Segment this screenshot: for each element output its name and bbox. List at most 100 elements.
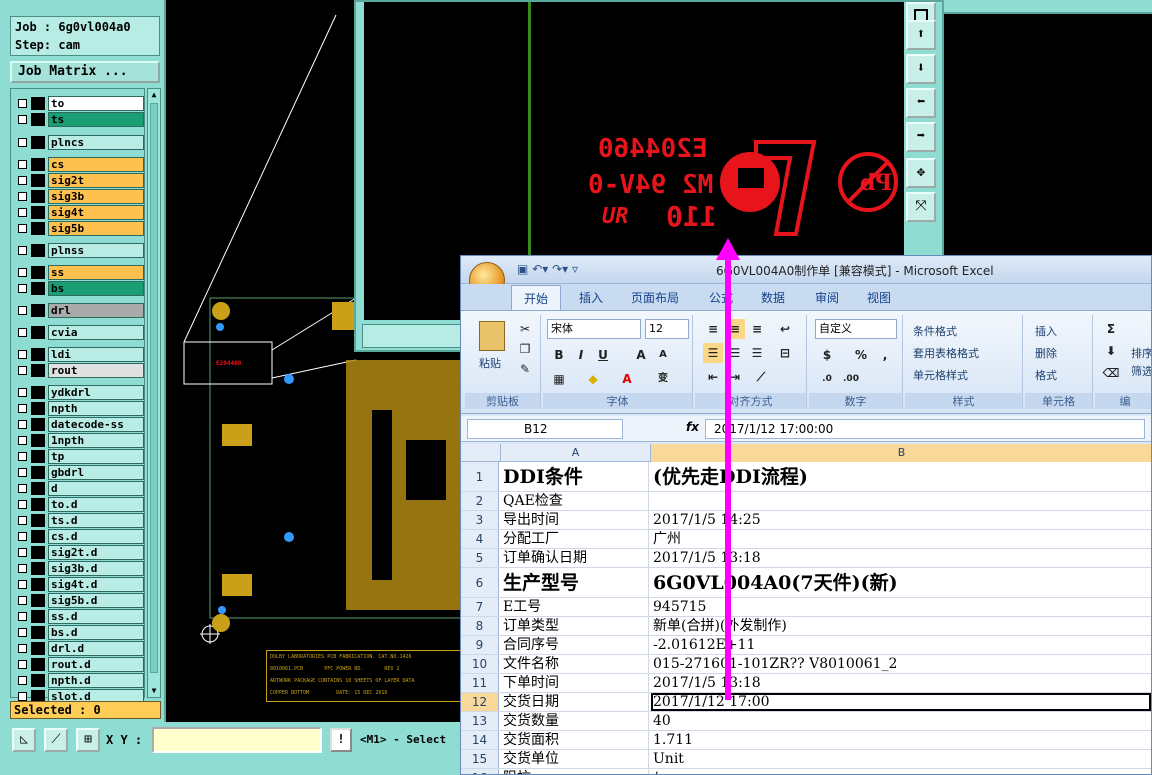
shrink-font-icon[interactable]: A [653, 345, 673, 365]
layer-row-sig5b.d[interactable]: sig5b.d [14, 593, 144, 608]
layer-checkbox[interactable] [18, 246, 27, 255]
measure-icon[interactable]: ◺ [12, 728, 36, 752]
layer-name[interactable]: cvia [48, 325, 144, 340]
cell-a[interactable]: 阻抗 [501, 769, 649, 774]
customize-icon[interactable]: ▿ [572, 262, 578, 276]
decrease-indent-icon[interactable]: ⇤ [703, 367, 723, 387]
number-format-select[interactable]: 自定义 [815, 319, 897, 339]
layer-row-to.d[interactable]: to.d [14, 497, 144, 512]
layer-name[interactable]: datecode-ss [48, 417, 144, 432]
name-box[interactable]: B12 [467, 419, 623, 439]
layer-name[interactable]: sig4t [48, 205, 144, 220]
bold-icon[interactable]: B [549, 345, 569, 365]
layer-checkbox[interactable] [18, 306, 27, 315]
fill-color-icon[interactable]: ◆ [583, 369, 603, 389]
pan-up-icon[interactable]: ⬆ [906, 20, 936, 50]
layer-checkbox[interactable] [18, 208, 27, 217]
layer-checkbox[interactable] [18, 612, 27, 621]
layer-name[interactable]: rout [48, 363, 144, 378]
cell-b[interactable]: 6G0VL004A0(7天件)(新) [651, 568, 1151, 597]
underline-icon[interactable]: U [593, 345, 613, 365]
layer-row-bs.d[interactable]: bs.d [14, 625, 144, 640]
layer-checkbox[interactable] [18, 596, 27, 605]
layer-name[interactable]: ss [48, 265, 144, 280]
layer-row-sig3b.d[interactable]: sig3b.d [14, 561, 144, 576]
layer-checkbox[interactable] [18, 676, 27, 685]
layer-row-drl[interactable]: drl [14, 303, 144, 318]
pan-down-icon[interactable]: ⬇ [906, 54, 936, 84]
cell-a[interactable]: QAE检查 [501, 492, 649, 510]
merge-icon[interactable]: ⊟ [775, 343, 795, 363]
layer-checkbox[interactable] [18, 468, 27, 477]
row-header[interactable]: 11 [461, 674, 499, 692]
sort-button[interactable]: 排序 [1131, 345, 1151, 361]
tab-home[interactable]: 开始 [511, 285, 562, 311]
layer-checkbox[interactable] [18, 366, 27, 375]
layer-name[interactable]: gbdrl [48, 465, 144, 480]
layer-checkbox[interactable] [18, 660, 27, 669]
layer-row-sig4t.d[interactable]: sig4t.d [14, 577, 144, 592]
layer-name[interactable]: sig4t.d [48, 577, 144, 592]
layer-row-ts[interactable]: ts [14, 112, 144, 127]
tab-formulas[interactable]: 公式 [709, 289, 733, 306]
row-header[interactable]: 12 [461, 693, 499, 711]
layer-name[interactable]: ts [48, 112, 144, 127]
layer-row-npth[interactable]: npth [14, 401, 144, 416]
layer-name[interactable]: ss.d [48, 609, 144, 624]
undo-icon[interactable]: ↶▾ [532, 262, 548, 276]
cell-styles-button[interactable]: 单元格样式 [913, 367, 968, 383]
layer-row-cs[interactable]: cs [14, 157, 144, 172]
cell-b[interactable]: 新单(合拼)(外发制作) [651, 617, 1151, 635]
italic-icon[interactable]: I [571, 345, 591, 365]
layer-row-ss[interactable]: ss [14, 265, 144, 280]
cell-b[interactable]: -2.01612E+11 [651, 636, 1151, 654]
zoom-out-icon[interactable]: ⤧ [906, 192, 936, 222]
column-header-a[interactable]: A [501, 444, 651, 462]
row-header[interactable]: 16 [461, 769, 499, 774]
layer-name[interactable]: sig3b [48, 189, 144, 204]
tab-page-layout[interactable]: 页面布局 [631, 289, 679, 306]
pan-left-icon[interactable]: ⬅ [906, 88, 936, 118]
row-header[interactable]: 15 [461, 750, 499, 768]
currency-icon[interactable]: $ [817, 345, 837, 365]
copy-icon[interactable]: ❐ [515, 339, 535, 359]
layer-checkbox[interactable] [18, 692, 27, 701]
scroll-down-icon[interactable]: ▼ [149, 686, 159, 696]
layer-checkbox[interactable] [18, 224, 27, 233]
layer-name[interactable]: bs.d [48, 625, 144, 640]
layer-name[interactable]: ts.d [48, 513, 144, 528]
layer-checkbox[interactable] [18, 388, 27, 397]
format-cells-button[interactable]: 格式 [1035, 367, 1057, 383]
row-header[interactable]: 14 [461, 731, 499, 749]
layer-name[interactable]: to.d [48, 497, 144, 512]
fx-icon[interactable]: fx [686, 420, 699, 434]
cell-b[interactable] [651, 492, 1151, 510]
cut-icon[interactable]: ✂ [515, 319, 535, 339]
layer-checkbox[interactable] [18, 420, 27, 429]
layer-name[interactable]: rout.d [48, 657, 144, 672]
cell-a[interactable]: 下单时间 [501, 674, 649, 692]
layer-checkbox[interactable] [18, 548, 27, 557]
cell-b[interactable]: 1.711 [651, 731, 1151, 749]
delete-cells-button[interactable]: 删除 [1035, 345, 1057, 361]
grid-icon[interactable]: ⊞ [76, 728, 100, 752]
row-header[interactable]: 4 [461, 530, 499, 548]
layer-checkbox[interactable] [18, 138, 27, 147]
cell-a[interactable]: 订单确认日期 [501, 549, 649, 567]
formula-input[interactable]: 2017/1/12 17:00:00 [705, 419, 1145, 439]
row-header[interactable]: 2 [461, 492, 499, 510]
comma-icon[interactable]: , [875, 345, 895, 365]
layer-checkbox[interactable] [18, 644, 27, 653]
row-header[interactable]: 8 [461, 617, 499, 635]
layer-checkbox[interactable] [18, 452, 27, 461]
cell-a[interactable]: 合同序号 [501, 636, 649, 654]
layer-row-sig5b[interactable]: sig5b [14, 221, 144, 236]
cell-a[interactable]: 订单类型 [501, 617, 649, 635]
cell-a[interactable]: 交货数量 [501, 712, 649, 730]
tab-insert[interactable]: 插入 [579, 289, 603, 306]
layer-name[interactable]: sig2t.d [48, 545, 144, 560]
layer-row-plncs[interactable]: plncs [14, 135, 144, 150]
phonetic-icon[interactable]: 变 [653, 369, 673, 389]
align-top-icon[interactable]: ≡ [703, 319, 723, 339]
zoom-in-icon[interactable]: ✥ [906, 158, 936, 188]
